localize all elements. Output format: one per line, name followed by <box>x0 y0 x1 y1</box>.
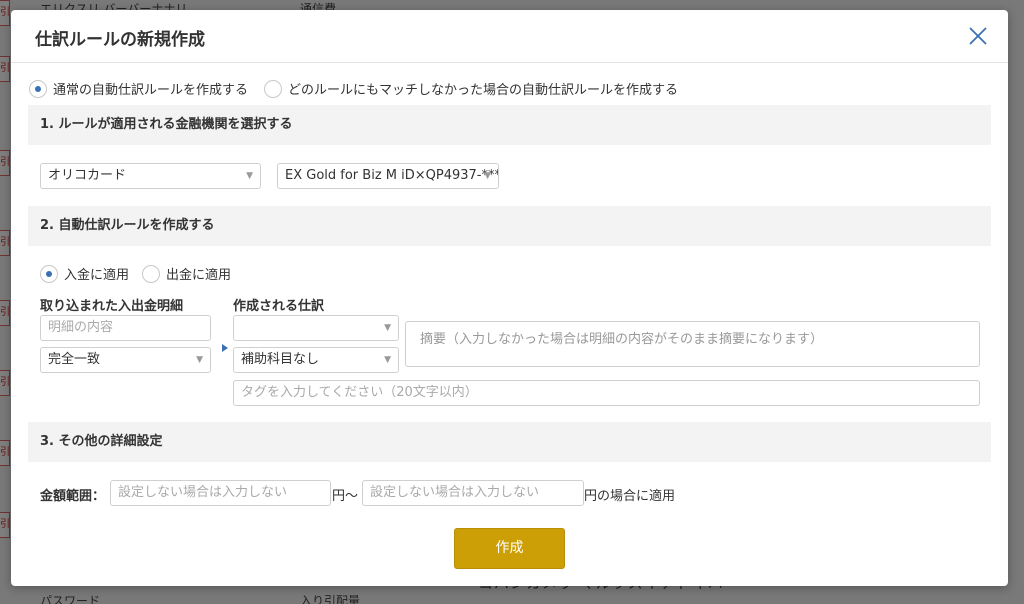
institution-select-value: オリコカード <box>48 168 127 183</box>
section2-header: 2. 自動仕訳ルールを作成する <box>28 206 991 246</box>
rule-type-fallback-label: どのルールにもマッチしなかった場合の自動仕訳ルールを作成する <box>288 83 679 98</box>
direction-withdrawal-radio[interactable] <box>142 264 160 283</box>
chevron-down-icon: ▼ <box>384 355 391 365</box>
sub-account-select-value: 補助科目なし <box>241 352 320 367</box>
created-entry-label: 作成される仕訳 <box>233 299 325 314</box>
direction-deposit-label: 入金に適用 <box>64 268 130 283</box>
yen-tilde-text: 円〜 <box>332 489 359 504</box>
section3-header: 3. その他の詳細設定 <box>28 422 991 462</box>
create-rule-modal: 仕訳ルールの新規作成 通常の自動仕訳ルールを作成する どのルールにもマッチしなか… <box>11 10 1008 586</box>
amount-min-input[interactable]: 設定しない場合は入力しない <box>110 480 331 506</box>
close-button[interactable] <box>966 24 990 48</box>
institution-select[interactable]: オリコカード ▼ <box>40 163 261 189</box>
account-select[interactable]: EX Gold for Biz M iD×QP4937-*** ▼ <box>277 163 499 189</box>
amount-suffix-text: 円の場合に適用 <box>584 489 676 504</box>
amount-max-input[interactable]: 設定しない場合は入力しない <box>362 480 584 506</box>
memo-textarea[interactable]: 摘要（入力しなかった場合は明細の内容がそのまま摘要になります） <box>405 321 980 367</box>
account-select-value: EX Gold for Biz M iD×QP4937-*** <box>285 168 499 183</box>
section1-header: 1. ルールが適用される金融機関を選択する <box>28 105 991 145</box>
match-type-select[interactable]: 完全一致 ▼ <box>40 347 211 373</box>
direction-deposit[interactable]: 入金に適用 <box>40 264 129 283</box>
close-icon <box>969 27 987 45</box>
rule-type-fallback[interactable]: どのルールにもマッチしなかった場合の自動仕訳ルールを作成する <box>264 79 678 98</box>
modal-title: 仕訳ルールの新規作成 <box>35 30 205 50</box>
rule-type-fallback-radio[interactable] <box>264 79 282 98</box>
amount-range-label: 金額範囲： <box>40 489 106 504</box>
direction-deposit-radio[interactable] <box>40 264 58 283</box>
tag-input[interactable]: タグを入力してください（20文字以内） <box>233 380 980 406</box>
chevron-down-icon: ▼ <box>384 323 391 333</box>
rule-type-normal[interactable]: 通常の自動仕訳ルールを作成する <box>29 79 248 98</box>
account-item-select[interactable]: ▼ <box>233 315 399 341</box>
detail-content-input[interactable]: 明細の内容 <box>40 315 211 341</box>
direction-withdrawal[interactable]: 出金に適用 <box>142 264 231 283</box>
sub-account-select[interactable]: 補助科目なし ▼ <box>233 347 399 373</box>
direction-withdrawal-label: 出金に適用 <box>166 268 232 283</box>
rule-type-normal-radio[interactable] <box>29 79 47 98</box>
chevron-down-icon: ▼ <box>196 355 203 365</box>
imported-detail-label: 取り込まれた入出金明細 <box>40 299 184 314</box>
match-type-select-value: 完全一致 <box>48 352 101 367</box>
modal-header: 仕訳ルールの新規作成 <box>11 10 1008 63</box>
arrow-right-icon <box>222 344 228 352</box>
rule-type-normal-label: 通常の自動仕訳ルールを作成する <box>53 83 249 98</box>
chevron-down-icon: ▼ <box>484 171 491 181</box>
create-button[interactable]: 作成 <box>454 528 565 569</box>
chevron-down-icon: ▼ <box>246 171 253 181</box>
